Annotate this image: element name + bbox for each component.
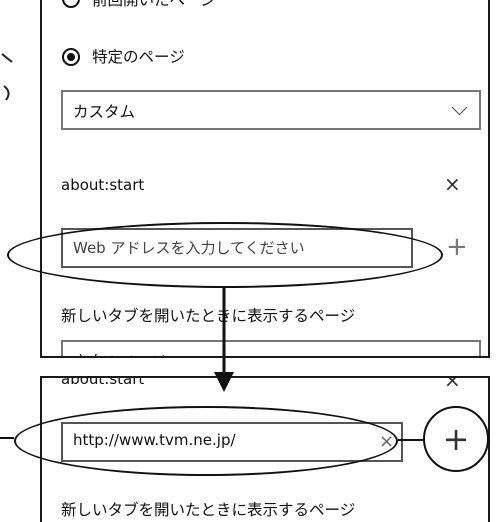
connector-arrow — [0, 288, 423, 441]
